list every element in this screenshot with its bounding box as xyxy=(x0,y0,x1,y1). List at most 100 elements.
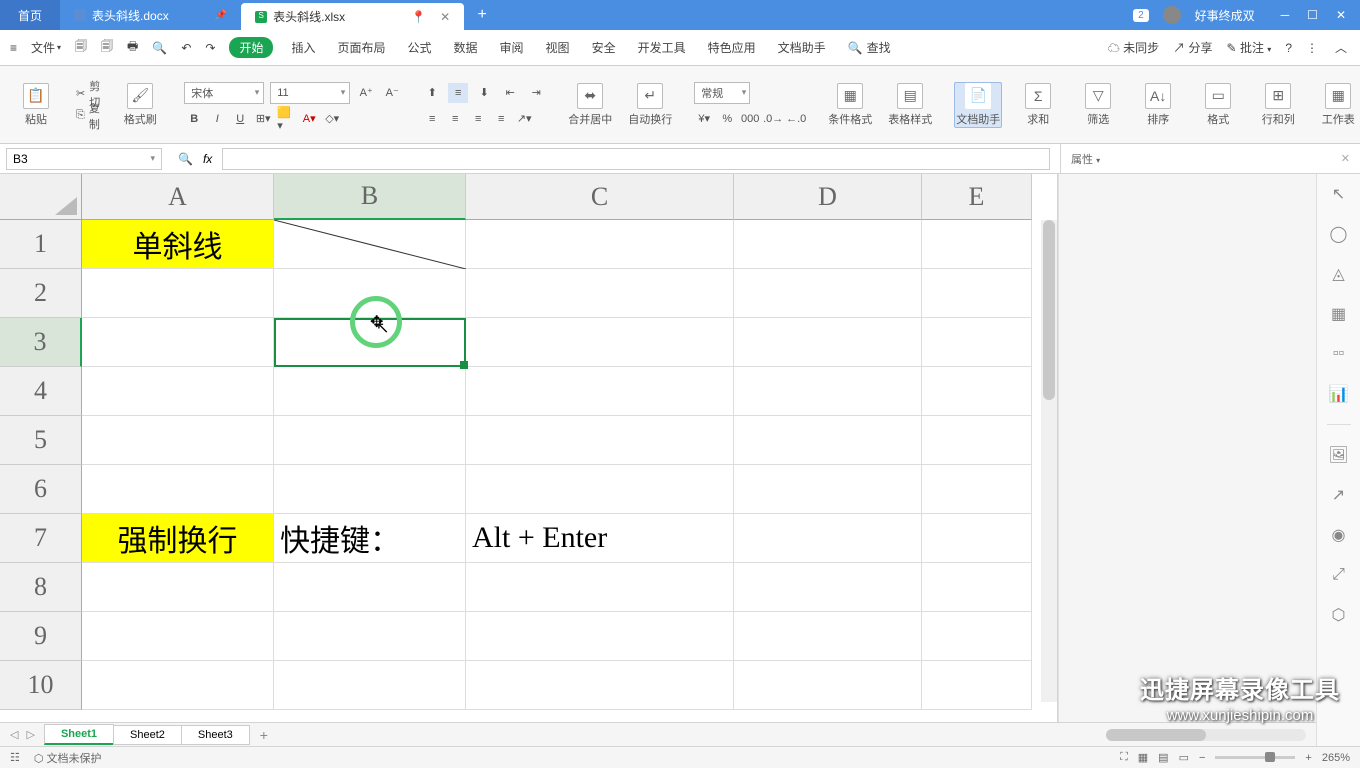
save-icon[interactable]: 🗐 xyxy=(75,37,87,58)
fill-color-button[interactable]: 🟨▾ xyxy=(276,109,296,129)
tab-pin-icon[interactable]: 📌 xyxy=(215,10,227,21)
copy-button[interactable]: ⎘复制 xyxy=(72,105,104,127)
bold-button[interactable]: B xyxy=(184,109,204,129)
shield-tool-icon[interactable]: ⬡ xyxy=(1329,605,1349,625)
find-button[interactable]: 🔍查找 xyxy=(848,39,891,56)
cell-B7[interactable]: 快捷键： xyxy=(274,514,466,563)
cell-E5[interactable] xyxy=(922,416,1032,465)
sheet-nav-first-icon[interactable]: ◁ xyxy=(10,728,18,741)
row-header-6[interactable]: 6 xyxy=(0,465,82,514)
select-all-corner[interactable] xyxy=(0,174,82,220)
add-sheet-button[interactable]: + xyxy=(250,727,278,743)
zoom-slider[interactable] xyxy=(1215,756,1295,759)
column-header-D[interactable]: D xyxy=(734,174,922,220)
undo-icon[interactable]: ↶ xyxy=(181,41,191,55)
settings-tool-icon[interactable]: ◉ xyxy=(1329,525,1349,545)
cell-D4[interactable] xyxy=(734,367,922,416)
cell-A2[interactable] xyxy=(82,269,274,318)
cell-D10[interactable] xyxy=(734,661,922,710)
tab-insert[interactable]: 插入 xyxy=(291,39,315,56)
cell-C10[interactable] xyxy=(466,661,734,710)
scrollbar-thumb[interactable] xyxy=(1043,220,1055,400)
cell-C5[interactable] xyxy=(466,416,734,465)
file-menu[interactable]: 文件 ▾ xyxy=(31,39,61,56)
row-header-10[interactable]: 10 xyxy=(0,661,82,710)
conditional-format-button[interactable]: ▦条件格式 xyxy=(826,83,874,127)
notification-badge[interactable]: 2 xyxy=(1133,9,1149,22)
view-read-icon[interactable]: ▭ xyxy=(1179,751,1189,764)
document-tab-docx[interactable]: 表头斜线.docx 📌 xyxy=(60,1,241,30)
sheet-tab-3[interactable]: Sheet3 xyxy=(181,725,250,745)
row-header-8[interactable]: 8 xyxy=(0,563,82,612)
cell-A1[interactable]: 单斜线 xyxy=(82,220,274,269)
cell-C6[interactable] xyxy=(466,465,734,514)
cell-A5[interactable] xyxy=(82,416,274,465)
style-tool-icon[interactable]: ◬ xyxy=(1329,264,1349,284)
align-right-icon[interactable]: ≡ xyxy=(468,109,488,129)
decrease-font-icon[interactable]: A⁻ xyxy=(382,83,402,103)
zoom-level[interactable]: 265% xyxy=(1322,752,1350,764)
cell-D1[interactable] xyxy=(734,220,922,269)
sort-button[interactable]: A↓排序 xyxy=(1134,83,1182,127)
worksheet-button[interactable]: ▦工作表 xyxy=(1314,83,1360,127)
horizontal-scrollbar[interactable] xyxy=(1106,729,1306,741)
orientation-icon[interactable]: ↗▾ xyxy=(514,109,534,129)
app-menu-icon[interactable]: ≡ xyxy=(10,41,17,55)
zoom-in-icon[interactable]: + xyxy=(1305,752,1311,764)
annotate-button[interactable]: ✎ 批注 ▾ xyxy=(1227,39,1272,56)
format-painter-button[interactable]: 🖌 格式刷 xyxy=(116,83,164,127)
sum-button[interactable]: Σ求和 xyxy=(1014,83,1062,127)
border-button[interactable]: ⊞▾ xyxy=(253,109,273,129)
tab-formula[interactable]: 公式 xyxy=(408,39,432,56)
view-page-icon[interactable]: ▤ xyxy=(1158,751,1168,764)
column-header-A[interactable]: A xyxy=(82,174,274,220)
cell-E3[interactable] xyxy=(922,318,1032,367)
paste-button[interactable]: 📋 粘贴 xyxy=(12,83,60,127)
tab-close-icon[interactable]: ✕ xyxy=(440,10,450,24)
protect-status[interactable]: ⬡ 文档未保护 xyxy=(34,750,102,766)
cell-B1[interactable] xyxy=(274,220,466,269)
increase-indent-icon[interactable]: ⇥ xyxy=(526,83,546,103)
number-format-select[interactable]: 常规 xyxy=(694,82,750,104)
name-box[interactable]: B3 xyxy=(6,148,162,170)
cell-E1[interactable] xyxy=(922,220,1032,269)
start-tab[interactable]: 开始 xyxy=(229,37,273,58)
clear-format-button[interactable]: ◇▾ xyxy=(322,109,342,129)
cell-B3[interactable] xyxy=(274,318,466,367)
currency-icon[interactable]: ¥▾ xyxy=(694,109,714,129)
decrease-indent-icon[interactable]: ⇤ xyxy=(500,83,520,103)
view-grid-icon[interactable]: ▦ xyxy=(1138,751,1148,764)
align-bottom-icon[interactable]: ⬇ xyxy=(474,83,494,103)
thousands-icon[interactable]: 000 xyxy=(740,109,760,129)
tab-view[interactable]: 视图 xyxy=(546,39,570,56)
cell-A6[interactable] xyxy=(82,465,274,514)
row-header-4[interactable]: 4 xyxy=(0,367,82,416)
apps-tool-icon[interactable]: ▫▫ xyxy=(1329,344,1349,364)
panel-close-icon[interactable]: ✕ xyxy=(1341,152,1350,165)
increase-font-icon[interactable]: A⁺ xyxy=(356,83,376,103)
cell-E2[interactable] xyxy=(922,269,1032,318)
cell-C1[interactable] xyxy=(466,220,734,269)
cell-E10[interactable] xyxy=(922,661,1032,710)
cell-E4[interactable] xyxy=(922,367,1032,416)
new-tab-button[interactable]: + xyxy=(464,6,500,24)
cell-B2[interactable] xyxy=(274,269,466,318)
cell-D2[interactable] xyxy=(734,269,922,318)
tab-data[interactable]: 数据 xyxy=(454,39,478,56)
tab-special[interactable]: 特色应用 xyxy=(708,39,756,56)
cell-E8[interactable] xyxy=(922,563,1032,612)
tab-security[interactable]: 安全 xyxy=(592,39,616,56)
align-top-icon[interactable]: ⬆ xyxy=(422,83,442,103)
cell-B5[interactable] xyxy=(274,416,466,465)
sheet-nav-prev-icon[interactable]: ▷ xyxy=(26,728,34,741)
expand-tool-icon[interactable]: ⤢ xyxy=(1329,565,1349,585)
cell-D6[interactable] xyxy=(734,465,922,514)
rowcol-button[interactable]: ⊞行和列 xyxy=(1254,83,1302,127)
underline-button[interactable]: U xyxy=(230,109,250,129)
inc-decimal-icon[interactable]: .0→ xyxy=(763,109,783,129)
save-as-icon[interactable]: 🗐 xyxy=(101,37,113,58)
dec-decimal-icon[interactable]: ←.0 xyxy=(786,109,806,129)
collapse-ribbon-icon[interactable]: ︿ xyxy=(1332,39,1350,57)
cell-E7[interactable] xyxy=(922,514,1032,563)
formula-input[interactable] xyxy=(222,148,1050,170)
